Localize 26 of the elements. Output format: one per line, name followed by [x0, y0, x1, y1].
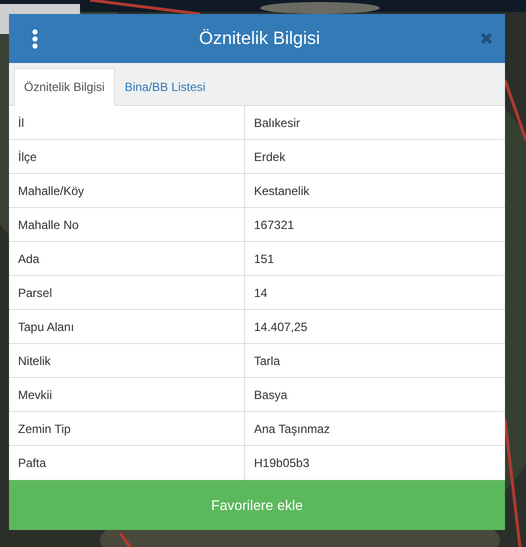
table-cell: İl [9, 106, 245, 139]
tab[interactable]: Bina/BB Listesi [114, 68, 216, 106]
table-cell-text: 14.407,25 [253, 318, 308, 336]
table-cell-text: Tarla [253, 352, 282, 370]
table-cell: Tapu Alanı [9, 310, 245, 343]
table-cell: Mahalle/Köy [9, 174, 245, 207]
tab[interactable]: Öznitelik Bilgisi [14, 68, 115, 106]
table-cell-text: H19b05b3 [253, 455, 310, 472]
table-cell: Zemin Tip [9, 412, 245, 445]
table-cell-text: Erdek [253, 148, 286, 166]
table-cell-text: Balıkesir [253, 114, 302, 132]
table-cell-text: Basya [253, 386, 288, 404]
add-favorites-button[interactable]: Favorilere ekle [9, 480, 505, 530]
table-cell: Nitelik [9, 344, 245, 377]
table-cell-text: 151 [253, 250, 276, 268]
menu-icon[interactable] [31, 28, 39, 48]
table-cell-text: 14 [253, 284, 268, 302]
table-cell: Mahalle No [9, 208, 245, 241]
dialog-title: Öznitelik Bilgisi [198, 28, 322, 49]
table-cell: Mevkii [9, 378, 245, 411]
table-cell: İlçe [9, 140, 245, 173]
table-cell-text: 167321 [253, 216, 296, 234]
table-cell-text: Kestanelik [253, 182, 310, 200]
table-cell: Parsel [9, 276, 245, 309]
table-cell-text: Ana Taşınmaz [253, 420, 331, 438]
table-cell: Ada [9, 242, 245, 275]
